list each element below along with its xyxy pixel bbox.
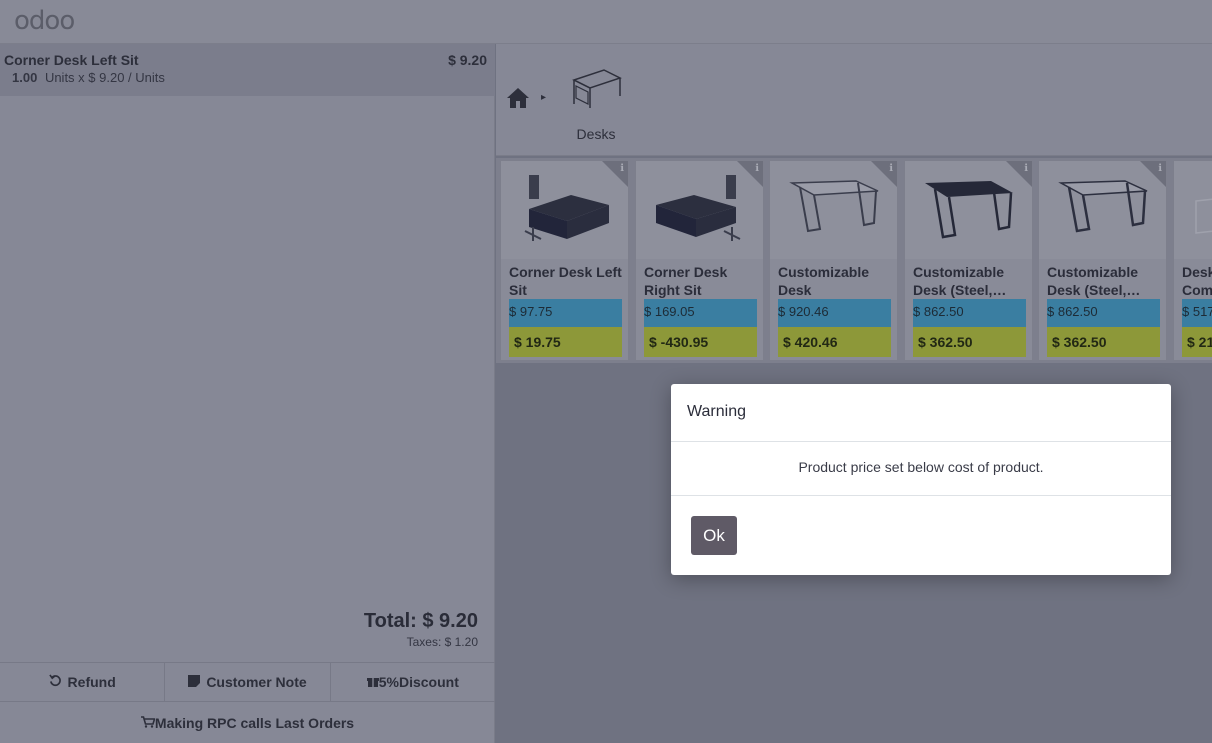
ok-button[interactable]: Ok <box>691 516 737 555</box>
order-line-price: $ 9.20 <box>448 52 487 68</box>
warning-dialog: Warning Product price set below cost of … <box>671 384 1171 575</box>
info-corner[interactable] <box>1140 161 1166 187</box>
product-card[interactable]: ℹ Customizable Desk (Aluminiu… $ 920.46 … <box>769 160 898 361</box>
product-card[interactable]: ℹ Customizable Desk (Steel,… $ 862.50 $ … <box>1038 160 1167 361</box>
product-name: Customizable Desk (Aluminiu… <box>778 264 870 298</box>
info-icon[interactable]: ℹ <box>620 163 624 174</box>
refund-label: Refund <box>67 674 116 690</box>
product-cost: $ 517 <box>1182 299 1212 327</box>
product-margin: $ -430.95 <box>644 327 757 357</box>
order-line-info: 1.00 Units x $ 9.20 / Units <box>12 70 165 85</box>
product-card[interactable]: ℹ Corner Desk Right Sit $ 169.05 $ -430.… <box>635 160 764 361</box>
dialog-divider <box>671 495 1171 496</box>
product-cost: $ 862.50 <box>1047 299 1160 327</box>
discount-label: 5%Discount <box>378 674 459 690</box>
product-margin: $ 21 <box>1182 327 1212 357</box>
product-cost: $ 862.50 <box>913 299 1026 327</box>
order-taxes: Taxes: $ 1.20 <box>406 635 478 649</box>
desk-category-icon[interactable] <box>568 66 624 114</box>
product-margin: $ 420.46 <box>778 327 891 357</box>
product-card[interactable]: ℹ Corner Desk Left Sit $ 97.75 $ 19.75 <box>500 160 629 361</box>
order-line[interactable]: Corner Desk Left Sit $ 9.20 1.00 Units x… <box>0 44 495 96</box>
product-margin: $ 362.50 <box>1047 327 1160 357</box>
product-name: Customizable Desk (Steel,… <box>1047 264 1141 298</box>
product-margin: $ 362.50 <box>913 327 1026 357</box>
order-total: Total: $ 9.20 <box>363 610 478 632</box>
category-desks-label[interactable]: Desks <box>556 126 636 142</box>
order-line-detail: Units x $ 9.20 / Units <box>44 70 165 85</box>
product-image <box>1174 161 1212 259</box>
cart-icon <box>140 715 156 731</box>
product-name: Corner Desk Left Sit <box>509 264 622 298</box>
info-icon[interactable]: ℹ <box>1158 163 1162 174</box>
order-line-qty: 1.00 <box>12 70 38 85</box>
discount-button[interactable]: 5%Discount <box>331 663 495 701</box>
product-cost: $ 97.75 <box>509 299 622 327</box>
undo-icon <box>48 674 62 690</box>
product-cost: $ 169.05 <box>644 299 757 327</box>
refund-button[interactable]: Refund <box>0 663 166 701</box>
last-orders-label: Making RPC calls Last Orders <box>154 714 355 731</box>
category-bar: ▸ Desks <box>496 44 1212 156</box>
gift-icon <box>366 675 379 690</box>
customer-note-label: Customer Note <box>206 674 307 690</box>
product-cost: $ 920.46 <box>778 299 891 327</box>
product-card[interactable]: ℹ Customizable Desk (Steel,… $ 862.50 $ … <box>904 160 1033 361</box>
control-buttons: Refund Customer Note 5%Discount Making R… <box>0 662 495 743</box>
home-icon[interactable] <box>506 86 530 110</box>
top-bar: odoo <box>0 0 1212 44</box>
order-line-name: Corner Desk Left Sit <box>4 52 139 68</box>
info-corner[interactable] <box>1006 161 1032 187</box>
odoo-logo: odoo <box>14 6 75 36</box>
product-name: Desk Combination <box>1182 264 1212 298</box>
chevron-right-icon: ▸ <box>541 92 547 103</box>
info-corner[interactable] <box>871 161 897 187</box>
info-icon[interactable]: ℹ <box>889 163 893 174</box>
last-orders-button[interactable]: Making RPC calls Last Orders <box>0 702 495 743</box>
info-icon[interactable]: ℹ <box>755 163 759 174</box>
order-panel: Corner Desk Left Sit $ 9.20 1.00 Units x… <box>0 44 495 743</box>
note-icon <box>188 674 201 690</box>
order-totals: Total: $ 9.20 Taxes: $ 1.20 <box>364 610 478 649</box>
info-corner[interactable] <box>602 161 628 187</box>
dialog-title: Warning <box>687 403 746 420</box>
product-margin: $ 19.75 <box>509 327 622 357</box>
product-list: ℹ Corner Desk Left Sit $ 97.75 $ 19.75 ℹ… <box>496 158 1212 363</box>
product-name: Corner Desk Right Sit <box>644 264 728 298</box>
info-corner[interactable] <box>737 161 763 187</box>
dialog-message: Product price set below cost of product. <box>798 459 1044 475</box>
info-icon[interactable]: ℹ <box>1024 163 1028 174</box>
product-card[interactable]: Desk Combination $ 517 $ 21 <box>1173 160 1212 361</box>
dialog-divider <box>671 441 1171 442</box>
customer-note-button[interactable]: Customer Note <box>165 663 331 701</box>
product-name: Customizable Desk (Steel,… <box>913 264 1007 298</box>
